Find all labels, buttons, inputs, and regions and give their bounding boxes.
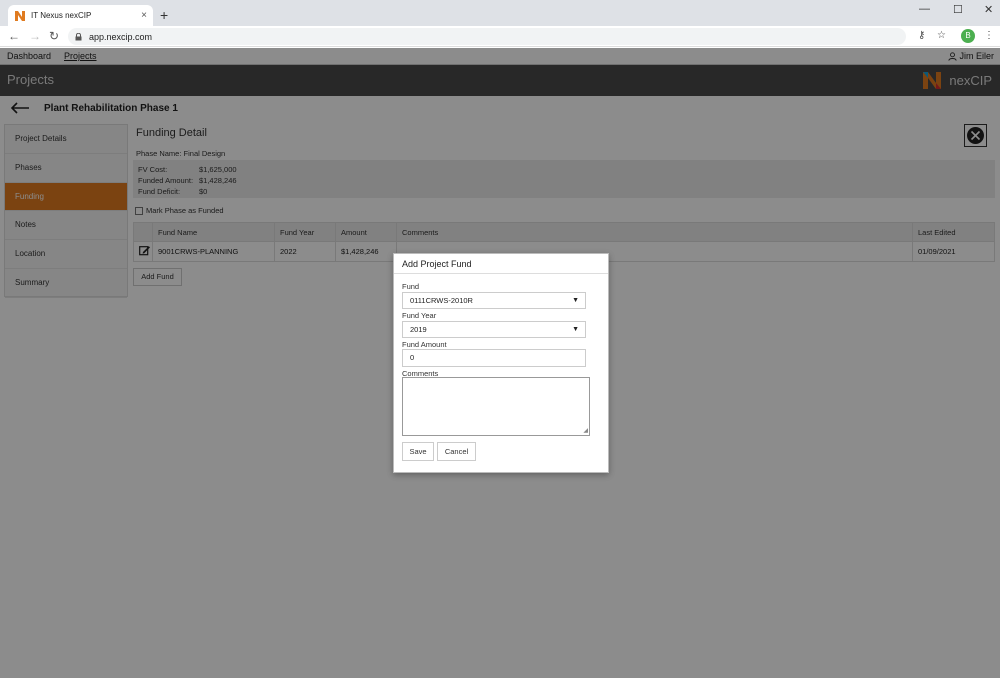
address-bar[interactable]: app.nexcip.com [68,28,906,45]
comments-textarea[interactable]: ◢ [402,377,590,436]
new-tab-button[interactable]: + [160,7,168,23]
profile-avatar[interactable]: B [961,29,975,43]
dialog-title: Add Project Fund [394,254,608,274]
forward-icon[interactable]: → [29,29,41,43]
fund-select[interactable]: 0111CRWS-2010R ▼ [402,292,586,309]
lock-icon [75,32,82,40]
fund-select-value: 0111CRWS-2010R [410,296,473,305]
browser-toolbar: ← → ↻ app.nexcip.com ⚷ ☆ ⋮ [0,26,1000,47]
reload-icon[interactable]: ↻ [49,29,59,43]
tab-title: IT Nexus nexCIP [31,11,92,20]
maximize-icon[interactable]: ☐ [953,3,963,16]
save-button[interactable]: Save [402,442,434,461]
fund-amount-input[interactable]: 0 [402,349,586,367]
fund-year-select[interactable]: 2019 ▼ [402,321,586,338]
close-window-icon[interactable]: ✕ [984,3,993,16]
fund-label: Fund [402,282,420,291]
back-icon[interactable]: ← [8,29,20,43]
fund-amount-label: Fund Amount [402,340,447,349]
menu-icon[interactable]: ⋮ [984,30,994,41]
nexcip-logo-icon [15,10,25,21]
cancel-button[interactable]: Cancel [437,442,476,461]
key-icon[interactable]: ⚷ [918,30,925,41]
resize-handle-icon[interactable]: ◢ [583,427,588,434]
browser-tabstrip: IT Nexus nexCIP × + — ☐ ✕ [0,0,1000,26]
star-icon[interactable]: ☆ [937,30,946,41]
fund-year-label: Fund Year [402,311,437,320]
minimize-icon[interactable]: — [919,3,930,15]
chevron-down-icon: ▼ [572,297,579,304]
browser-tab[interactable]: IT Nexus nexCIP × [8,5,153,26]
chevron-down-icon: ▼ [572,326,579,333]
fund-year-select-value: 2019 [410,325,427,334]
tab-close-icon[interactable]: × [141,10,147,21]
add-project-fund-dialog: Add Project Fund Fund 0111CRWS-2010R ▼ F… [393,253,609,473]
url-text: app.nexcip.com [89,31,153,42]
